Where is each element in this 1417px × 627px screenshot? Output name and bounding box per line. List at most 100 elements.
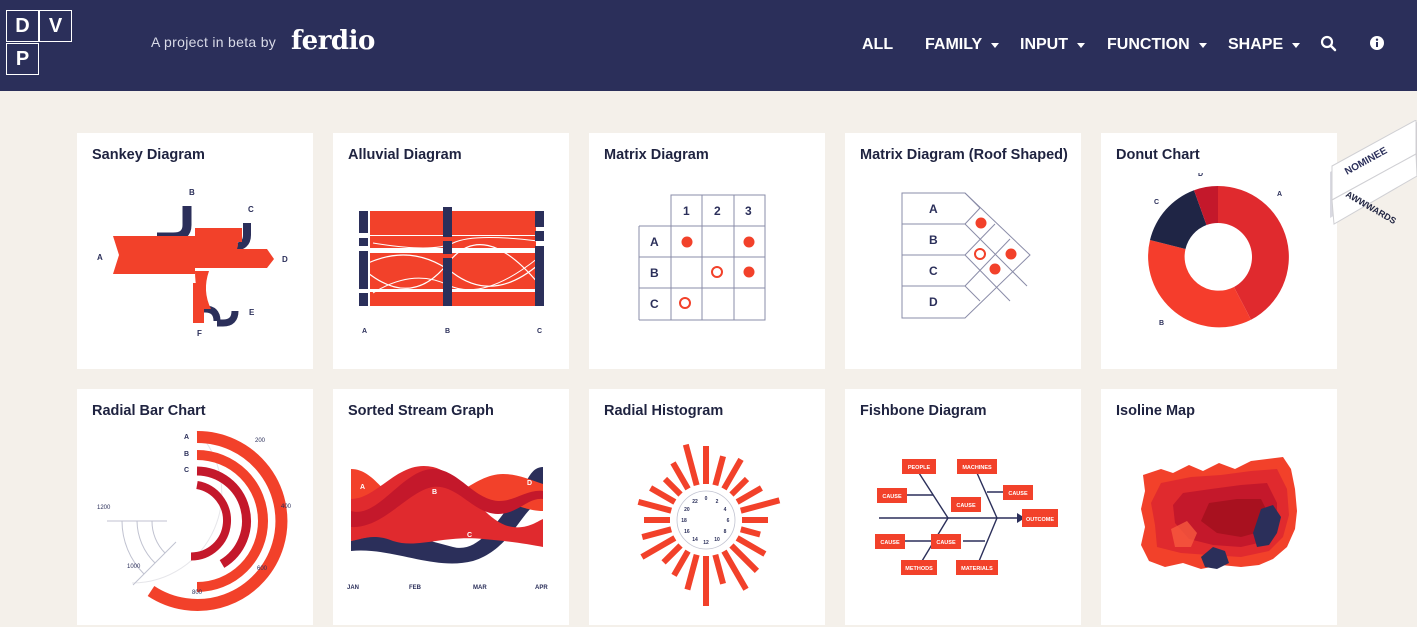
sankey-label-b: B	[189, 188, 195, 197]
card-radial-bar-chart[interactable]: Radial Bar Chart A B C 200 400 600 800 1…	[77, 389, 313, 625]
stream-label-a: A	[360, 484, 365, 491]
fishbone-diagram-thumbnail: PEOPLE MACHINES CAUSE CAUSE CAUSE CAUSE …	[875, 459, 1058, 575]
radial-histogram-bar	[684, 553, 700, 591]
chevron-down-icon	[991, 42, 1000, 48]
card-title: Matrix Diagram (Roof Shaped)	[860, 147, 1068, 163]
fishbone-box-cause-1: CAUSE	[882, 494, 902, 500]
radial-bar-label-a: A	[184, 434, 189, 441]
awwwards-nominee-ribbon[interactable]: NOMINEE AWWWARDS	[1330, 120, 1417, 250]
sorted-stream-graph-thumbnail: A B C D JAN FEB MAR APR	[347, 465, 548, 591]
nav-input-label: INPUT	[1020, 36, 1068, 53]
radial-histogram-bar	[641, 526, 673, 540]
fishbone-box-cause-4: CAUSE	[880, 540, 900, 546]
radial-histogram-tick: 6	[727, 518, 730, 524]
radial-histogram-bar	[670, 461, 691, 491]
logo-letter-d: D	[6, 10, 39, 42]
card-matrix-diagram-roof-shaped[interactable]: Matrix Diagram (Roof Shaped) A B C D	[845, 133, 1081, 369]
radial-bar-chart-thumbnail: A B C 200 400 600 800 1000 1200	[97, 430, 292, 611]
radial-bar-tick-400: 400	[281, 504, 292, 510]
chevron-down-icon	[1292, 42, 1301, 48]
stream-label-c: C	[467, 532, 472, 539]
matrix-row-b: B	[650, 266, 659, 280]
radial-bar-tick-800: 800	[192, 590, 203, 596]
radial-bar-label-c: C	[184, 467, 189, 474]
matrix-row-c: C	[650, 297, 659, 311]
card-fishbone-diagram[interactable]: Fishbone Diagram PEOPLE MACHINES CAUSE C…	[845, 389, 1081, 625]
info-icon[interactable]	[1369, 35, 1385, 51]
ferdio-brand-link[interactable]: ferdio	[291, 26, 375, 56]
fishbone-box-people: PEOPLE	[908, 465, 931, 471]
radial-histogram-bar	[662, 476, 683, 497]
search-icon[interactable]	[1320, 35, 1338, 53]
radial-histogram-bar	[671, 549, 691, 577]
radial-bar-tick-1000: 1000	[127, 564, 141, 570]
radial-histogram-bar	[729, 476, 750, 497]
card-title: Radial Histogram	[604, 403, 724, 419]
matrix-col-3: 3	[745, 204, 752, 218]
nav-all[interactable]: ALL	[862, 33, 893, 57]
nav-input-dropdown[interactable]: INPUT	[1020, 33, 1085, 57]
roof-row-a: A	[929, 202, 938, 216]
radial-histogram-tick: 0	[705, 496, 708, 502]
card-isoline-map[interactable]: Isoline Map	[1101, 389, 1337, 625]
radial-histogram-bar	[682, 443, 700, 487]
nav-function-label: FUNCTION	[1107, 36, 1190, 53]
radial-histogram-bar	[712, 455, 726, 487]
card-sankey-diagram[interactable]: Sankey Diagram B C A D E F	[77, 133, 313, 369]
radial-bar-tick-200: 200	[255, 438, 266, 444]
alluvial-label-c: C	[537, 328, 542, 335]
chevron-down-icon	[1077, 42, 1085, 48]
nav-family-dropdown[interactable]: FAMILY	[925, 33, 1000, 57]
card-radial-histogram[interactable]: Radial Histogram 0 2 4 6 8 10 12 14 16 18 20 22	[589, 389, 825, 625]
matrix-col-2: 2	[714, 204, 721, 218]
nav-family-label: FAMILY	[925, 36, 983, 53]
radial-histogram-bar	[735, 485, 763, 505]
alluvial-label-b: B	[445, 328, 450, 335]
roof-row-d: D	[929, 295, 938, 309]
top-nav-bar: D V P A project in beta by ferdio ALL FA…	[0, 0, 1417, 91]
radial-histogram-tick: 16	[684, 529, 690, 535]
dvp-logo[interactable]: D V P	[6, 10, 76, 77]
logo-letter-v: V	[39, 10, 72, 42]
card-donut-chart[interactable]: Donut Chart A B C D	[1101, 133, 1337, 369]
sankey-diagram-thumbnail: B C A D E F	[97, 188, 288, 338]
matrix-row-a: A	[650, 235, 659, 249]
roof-row-c: C	[929, 264, 938, 278]
card-title: Alluvial Diagram	[348, 147, 462, 163]
logo-letter-p: P	[6, 43, 39, 75]
stream-label-d: D	[527, 480, 532, 487]
radial-histogram-tick: 4	[724, 507, 727, 513]
donut-label-b: B	[1159, 320, 1164, 327]
radial-histogram-tick: 18	[681, 518, 687, 524]
radial-histogram-bar	[739, 497, 781, 514]
fishbone-outcome: OUTCOME	[1026, 517, 1054, 523]
card-title: Sorted Stream Graph	[348, 403, 494, 419]
radial-histogram-bar	[739, 526, 761, 538]
radial-histogram-bar	[649, 485, 677, 505]
matrix-diagram-thumbnail: 1 2 3 A B C	[638, 194, 766, 321]
radial-bar-tick-1200: 1200	[97, 505, 111, 511]
radial-histogram-tick: 12	[703, 540, 709, 546]
nav-shape-dropdown[interactable]: SHAPE	[1228, 33, 1301, 57]
radial-histogram-bar	[637, 498, 673, 514]
radial-histogram-tick: 22	[692, 499, 698, 505]
roof-matrix-thumbnail: A B C D	[901, 192, 1031, 319]
alluvial-label-a: A	[362, 328, 367, 335]
radial-bar-tick-600: 600	[257, 566, 268, 572]
nav-function-dropdown[interactable]: FUNCTION	[1107, 33, 1207, 57]
fishbone-box-machines: MACHINES	[962, 465, 992, 471]
nav-shape-label: SHAPE	[1228, 36, 1284, 53]
card-alluvial-diagram[interactable]: Alluvial Diagram A B C	[333, 133, 569, 369]
stream-month-feb: FEB	[409, 585, 422, 591]
donut-chart-thumbnail: A B C D	[1148, 173, 1289, 328]
card-matrix-diagram[interactable]: Matrix Diagram 1 2 3 A B C	[589, 133, 825, 369]
radial-histogram-thumbnail: 0 2468 10 12 1416 18 2022	[637, 443, 781, 606]
card-title: Sankey Diagram	[92, 147, 205, 163]
card-title: Radial Bar Chart	[92, 403, 206, 419]
card-sorted-stream-graph[interactable]: Sorted Stream Graph A B C D JAN FEB MAR …	[333, 389, 569, 625]
fishbone-box-cause-5: CAUSE	[936, 540, 956, 546]
radial-histogram-tick: 20	[684, 507, 690, 513]
fishbone-box-materials: MATERIALS	[961, 566, 993, 572]
card-title: Isoline Map	[1116, 403, 1195, 419]
isoline-map-thumbnail	[1141, 457, 1297, 569]
